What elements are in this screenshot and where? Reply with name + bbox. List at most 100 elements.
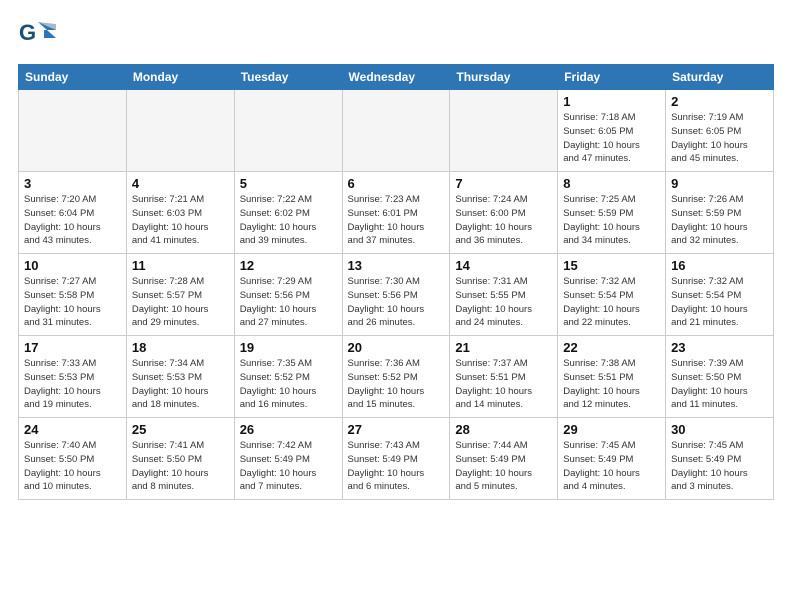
day-info: Sunrise: 7:45 AMSunset: 5:49 PMDaylight:… <box>671 439 768 494</box>
day-cell: 10Sunrise: 7:27 AMSunset: 5:58 PMDayligh… <box>19 254 127 336</box>
day-cell: 20 Sunrise: 7:36 AMSunset: 5:52 PMDayligh… <box>342 336 450 418</box>
day-cell <box>342 90 450 172</box>
day-info: Sunrise: 7:38 AMSunset: 5:51 PMDaylight:… <box>563 357 660 412</box>
day-info: Sunrise: 7:39 AMSunset: 5:50 PMDaylight:… <box>671 357 768 412</box>
day-cell: 6 Sunrise: 7:23 AMSunset: 6:01 PMDaylight… <box>342 172 450 254</box>
day-number: 21 <box>455 340 552 355</box>
day-info: Sunrise: 7:43 AMSunset: 5:49 PMDaylight:… <box>348 439 445 494</box>
weekday-monday: Monday <box>126 65 234 90</box>
weekday-wednesday: Wednesday <box>342 65 450 90</box>
week-row-5: 24 Sunrise: 7:40 AMSunset: 5:50 PMDayligh… <box>19 418 774 500</box>
day-number: 7 <box>455 176 552 191</box>
day-number: 13 <box>348 258 445 273</box>
day-info: Sunrise: 7:18 AMSunset: 6:05 PMDaylight:… <box>563 111 660 166</box>
day-cell: 5Sunrise: 7:22 AMSunset: 6:02 PMDaylight… <box>234 172 342 254</box>
day-cell: 28 Sunrise: 7:44 AMSunset: 5:49 PMDayligh… <box>450 418 558 500</box>
day-number: 20 <box>348 340 445 355</box>
day-cell: 4 Sunrise: 7:21 AMSunset: 6:03 PMDaylight… <box>126 172 234 254</box>
day-info: Sunrise: 7:33 AMSunset: 5:53 PMDaylight:… <box>24 357 121 412</box>
day-info: Sunrise: 7:35 AMSunset: 5:52 PMDaylight:… <box>240 357 337 412</box>
day-cell: 22 Sunrise: 7:38 AMSunset: 5:51 PMDayligh… <box>558 336 666 418</box>
day-info: Sunrise: 7:26 AMSunset: 5:59 PMDaylight:… <box>671 193 768 248</box>
weekday-tuesday: Tuesday <box>234 65 342 90</box>
day-number: 30 <box>671 422 768 437</box>
day-info: Sunrise: 7:45 AMSunset: 5:49 PMDaylight:… <box>563 439 660 494</box>
day-info: Sunrise: 7:37 AMSunset: 5:51 PMDaylight:… <box>455 357 552 412</box>
day-cell: 27Sunrise: 7:43 AMSunset: 5:49 PMDayligh… <box>342 418 450 500</box>
day-info: Sunrise: 7:36 AMSunset: 5:52 PMDaylight:… <box>348 357 445 412</box>
day-number: 25 <box>132 422 229 437</box>
header: G <box>18 16 774 54</box>
day-number: 19 <box>240 340 337 355</box>
day-info: Sunrise: 7:24 AMSunset: 6:00 PMDaylight:… <box>455 193 552 248</box>
day-info: Sunrise: 7:41 AMSunset: 5:50 PMDaylight:… <box>132 439 229 494</box>
day-info: Sunrise: 7:42 AMSunset: 5:49 PMDaylight:… <box>240 439 337 494</box>
calendar: SundayMondayTuesdayWednesdayThursdayFrid… <box>18 64 774 500</box>
day-info: Sunrise: 7:44 AMSunset: 5:49 PMDaylight:… <box>455 439 552 494</box>
day-info: Sunrise: 7:19 AMSunset: 6:05 PMDaylight:… <box>671 111 768 166</box>
week-row-2: 3 Sunrise: 7:20 AMSunset: 6:04 PMDaylight… <box>19 172 774 254</box>
day-info: Sunrise: 7:25 AMSunset: 5:59 PMDaylight:… <box>563 193 660 248</box>
weekday-saturday: Saturday <box>666 65 774 90</box>
day-info: Sunrise: 7:20 AMSunset: 6:04 PMDaylight:… <box>24 193 121 248</box>
day-number: 6 <box>348 176 445 191</box>
day-info: Sunrise: 7:30 AMSunset: 5:56 PMDaylight:… <box>348 275 445 330</box>
day-number: 22 <box>563 340 660 355</box>
day-info: Sunrise: 7:40 AMSunset: 5:50 PMDaylight:… <box>24 439 121 494</box>
weekday-thursday: Thursday <box>450 65 558 90</box>
page: G SundayMondayTuesdayWednesdayThursdayFr… <box>0 0 792 612</box>
day-number: 9 <box>671 176 768 191</box>
day-cell: 8 Sunrise: 7:25 AMSunset: 5:59 PMDaylight… <box>558 172 666 254</box>
day-number: 1 <box>563 94 660 109</box>
day-cell: 14Sunrise: 7:31 AMSunset: 5:55 PMDayligh… <box>450 254 558 336</box>
day-cell: 1 Sunrise: 7:18 AMSunset: 6:05 PMDaylight… <box>558 90 666 172</box>
day-info: Sunrise: 7:28 AMSunset: 5:57 PMDaylight:… <box>132 275 229 330</box>
day-number: 3 <box>24 176 121 191</box>
day-cell: 23 Sunrise: 7:39 AMSunset: 5:50 PMDayligh… <box>666 336 774 418</box>
day-number: 4 <box>132 176 229 191</box>
day-info: Sunrise: 7:32 AMSunset: 5:54 PMDaylight:… <box>563 275 660 330</box>
weekday-sunday: Sunday <box>19 65 127 90</box>
day-cell: 9 Sunrise: 7:26 AMSunset: 5:59 PMDaylight… <box>666 172 774 254</box>
day-info: Sunrise: 7:29 AMSunset: 5:56 PMDaylight:… <box>240 275 337 330</box>
weekday-friday: Friday <box>558 65 666 90</box>
day-cell <box>19 90 127 172</box>
day-info: Sunrise: 7:32 AMSunset: 5:54 PMDaylight:… <box>671 275 768 330</box>
day-cell: 29 Sunrise: 7:45 AMSunset: 5:49 PMDayligh… <box>558 418 666 500</box>
day-number: 8 <box>563 176 660 191</box>
svg-text:G: G <box>19 20 36 45</box>
day-number: 5 <box>240 176 337 191</box>
day-cell: 17 Sunrise: 7:33 AMSunset: 5:53 PMDayligh… <box>19 336 127 418</box>
day-cell: 18 Sunrise: 7:34 AMSunset: 5:53 PMDayligh… <box>126 336 234 418</box>
day-cell: 24 Sunrise: 7:40 AMSunset: 5:50 PMDayligh… <box>19 418 127 500</box>
day-number: 11 <box>132 258 229 273</box>
day-number: 28 <box>455 422 552 437</box>
logo: G <box>18 16 60 54</box>
day-number: 16 <box>671 258 768 273</box>
day-info: Sunrise: 7:27 AMSunset: 5:58 PMDaylight:… <box>24 275 121 330</box>
day-number: 24 <box>24 422 121 437</box>
day-cell: 11 Sunrise: 7:28 AMSunset: 5:57 PMDayligh… <box>126 254 234 336</box>
day-cell: 30 Sunrise: 7:45 AMSunset: 5:49 PMDayligh… <box>666 418 774 500</box>
week-row-1: 1 Sunrise: 7:18 AMSunset: 6:05 PMDaylight… <box>19 90 774 172</box>
day-number: 29 <box>563 422 660 437</box>
day-cell: 2 Sunrise: 7:19 AMSunset: 6:05 PMDaylight… <box>666 90 774 172</box>
day-number: 17 <box>24 340 121 355</box>
day-cell: 15Sunrise: 7:32 AMSunset: 5:54 PMDayligh… <box>558 254 666 336</box>
day-number: 18 <box>132 340 229 355</box>
week-row-3: 10Sunrise: 7:27 AMSunset: 5:58 PMDayligh… <box>19 254 774 336</box>
day-info: Sunrise: 7:21 AMSunset: 6:03 PMDaylight:… <box>132 193 229 248</box>
day-info: Sunrise: 7:23 AMSunset: 6:01 PMDaylight:… <box>348 193 445 248</box>
day-info: Sunrise: 7:34 AMSunset: 5:53 PMDaylight:… <box>132 357 229 412</box>
day-cell: 21 Sunrise: 7:37 AMSunset: 5:51 PMDayligh… <box>450 336 558 418</box>
day-number: 2 <box>671 94 768 109</box>
day-cell: 26 Sunrise: 7:42 AMSunset: 5:49 PMDayligh… <box>234 418 342 500</box>
week-row-4: 17 Sunrise: 7:33 AMSunset: 5:53 PMDayligh… <box>19 336 774 418</box>
day-cell: 12 Sunrise: 7:29 AMSunset: 5:56 PMDayligh… <box>234 254 342 336</box>
day-info: Sunrise: 7:31 AMSunset: 5:55 PMDaylight:… <box>455 275 552 330</box>
day-number: 26 <box>240 422 337 437</box>
day-cell <box>234 90 342 172</box>
day-number: 12 <box>240 258 337 273</box>
day-cell: 25 Sunrise: 7:41 AMSunset: 5:50 PMDayligh… <box>126 418 234 500</box>
day-number: 23 <box>671 340 768 355</box>
